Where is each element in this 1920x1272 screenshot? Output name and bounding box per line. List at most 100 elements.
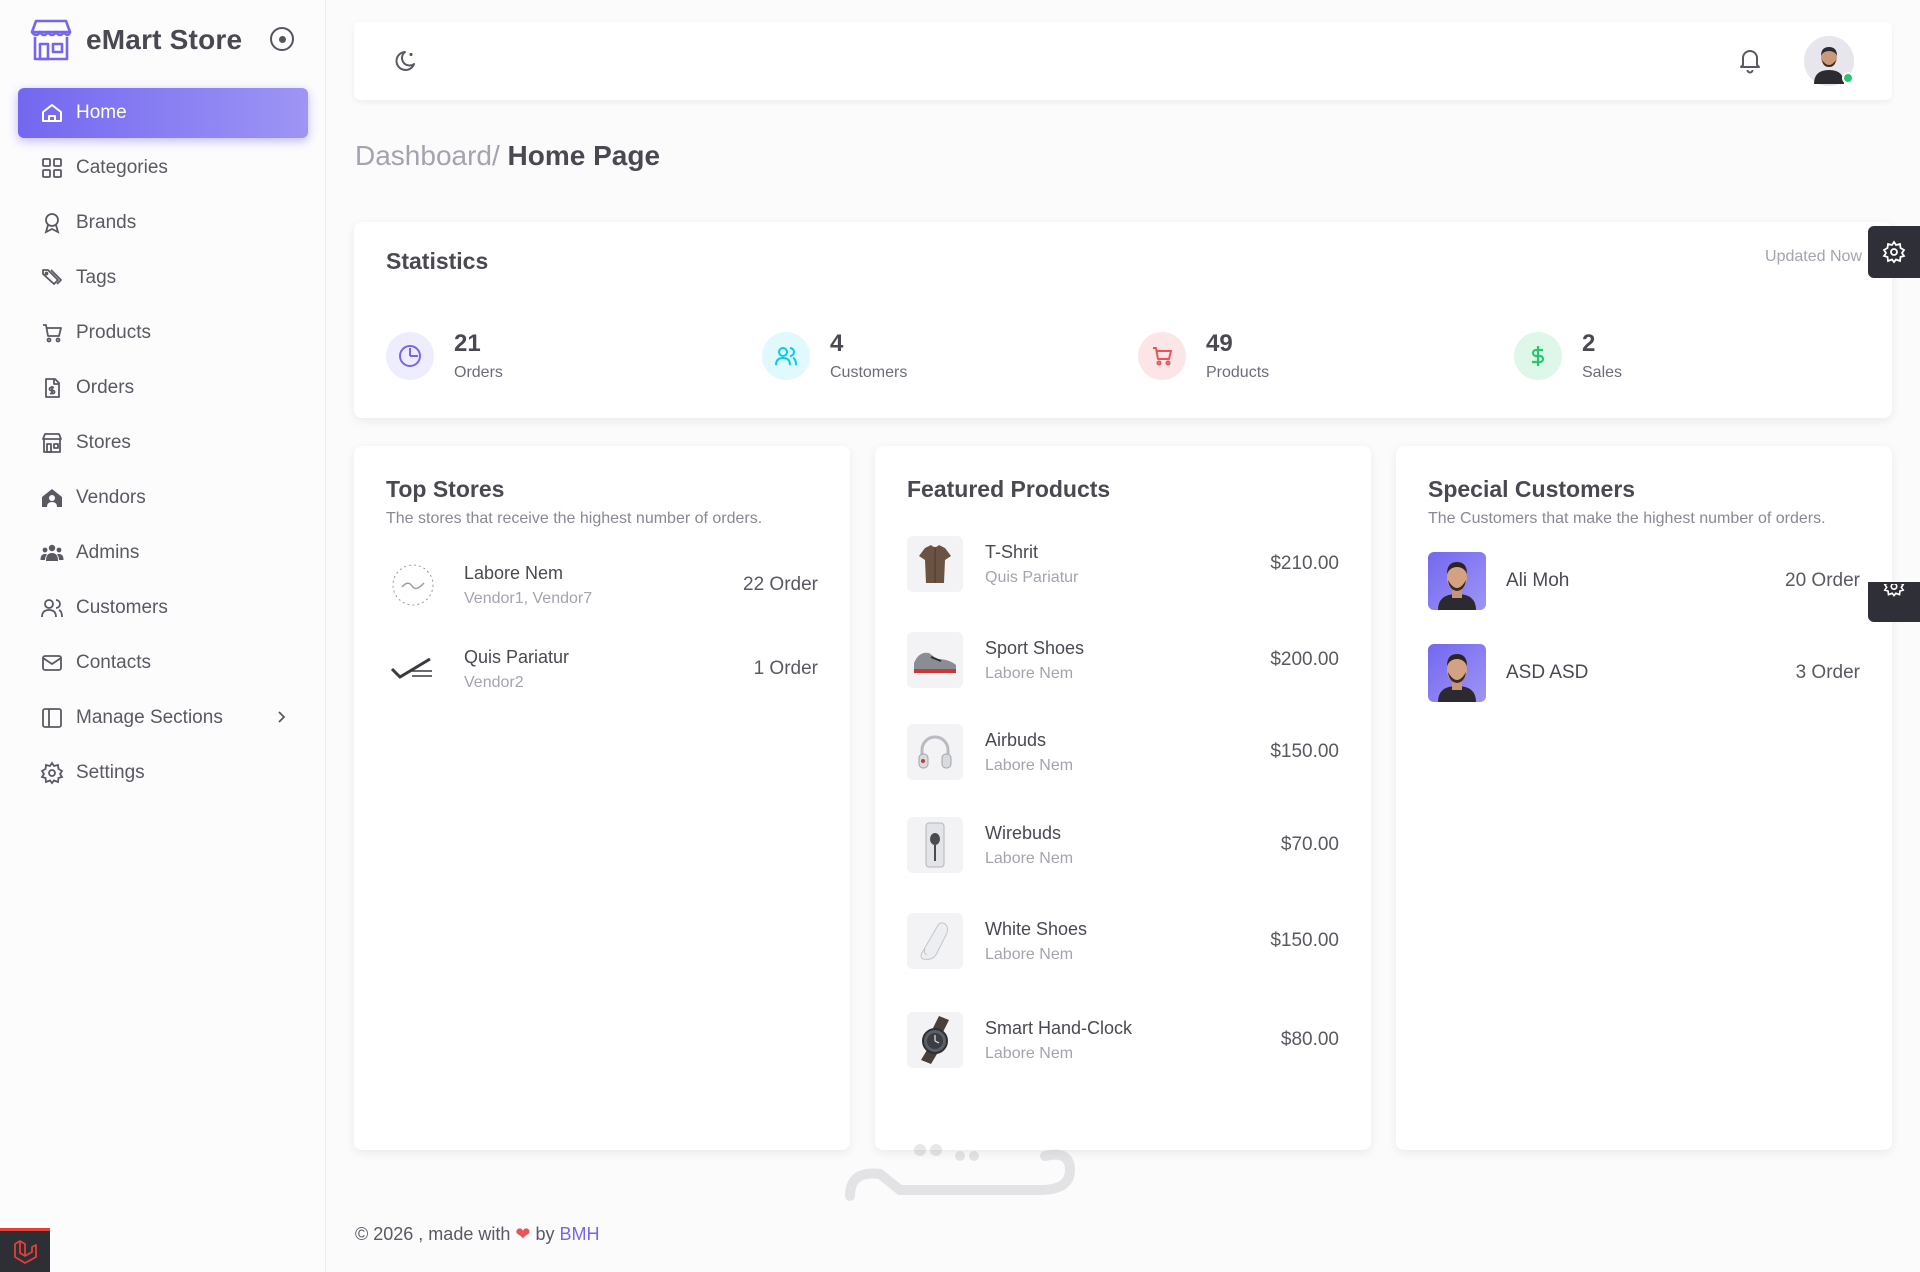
product-store: Quis Pariatur [985, 568, 1079, 586]
customer-name: Ali Moh [1506, 570, 1570, 591]
product-name: Sport Shoes [985, 637, 1085, 658]
sidebar-item-contacts[interactable]: Contacts [18, 638, 308, 688]
footer-author-link[interactable]: BMH [560, 1224, 600, 1244]
cart-icon [1138, 332, 1186, 380]
sidebar-item-label: Vendors [76, 487, 146, 508]
store-logo [386, 642, 440, 696]
users-icon [762, 332, 810, 380]
breadcrumb-parent[interactable]: Dashboard/ [355, 140, 500, 171]
sidebar-item-products[interactable]: Products [18, 308, 308, 358]
list-item[interactable]: Ali Moh 20 Order [1428, 552, 1860, 610]
order-count: 1 Order [753, 658, 818, 679]
list-item[interactable]: Labore Nem Vendor1, Vendor7 22 Order [386, 558, 818, 612]
sidebar-item-label: Customers [76, 597, 168, 618]
product-price: $150.00 [1270, 741, 1339, 762]
sidebar-item-categories[interactable]: Categories [18, 143, 308, 193]
list-item[interactable]: Airbuds Labore Nem $150.00 [907, 724, 1339, 780]
customizer-button[interactable] [1868, 226, 1920, 278]
product-store: Labore Nem [985, 849, 1074, 867]
product-name: White Shoes [985, 918, 1088, 939]
layout-icon [40, 706, 64, 730]
customizer-button-secondary[interactable] [1868, 582, 1920, 622]
sidebar-item-brands[interactable]: Brands [18, 198, 308, 248]
stat-orders: 21 Orders [386, 330, 503, 382]
stat-value: 4 [830, 330, 844, 357]
featured-products-title: Featured Products [907, 476, 1111, 502]
top-stores-title: Top Stores [386, 476, 505, 502]
list-item[interactable]: Sport Shoes Labore Nem $200.00 [907, 632, 1339, 688]
sidebar-item-orders[interactable]: Orders [18, 363, 308, 413]
list-item[interactable]: Quis Pariatur Vendor2 1 Order [386, 642, 818, 696]
user-avatar[interactable] [1804, 36, 1854, 86]
top-stores-card: Top Stores The stores that receive the h… [354, 446, 850, 1150]
gear-icon [1882, 240, 1906, 264]
stat-value: 49 [1206, 330, 1233, 357]
sidebar-item-customers[interactable]: Customers [18, 583, 308, 633]
users-icon [40, 596, 64, 620]
product-price: $210.00 [1270, 553, 1339, 574]
sidebar: eMart Store Home Categories Brands Tags [0, 0, 326, 1272]
list-item[interactable]: Wirebuds Labore Nem $70.00 [907, 817, 1339, 873]
moon-icon[interactable] [394, 48, 420, 74]
list-item[interactable]: ASD ASD 3 Order [1428, 644, 1860, 702]
dollar-icon [1514, 332, 1562, 380]
list-item[interactable]: White Shoes Labore Nem $150.00 [907, 913, 1339, 969]
sidebar-item-label: Orders [76, 377, 135, 398]
sidebar-item-label: Home [76, 102, 127, 123]
sidebar-item-label: Tags [76, 267, 117, 288]
users-group-icon [40, 541, 64, 565]
product-store: Labore Nem [985, 664, 1074, 682]
tshirt-icon [907, 536, 963, 592]
special-customers-card: Special Customers The Customers that mak… [1396, 446, 1892, 1150]
order-count: 3 Order [1795, 662, 1860, 683]
store-vendors: Vendor2 [464, 673, 524, 691]
footer: © 2026 , made with ❤ by BMH [355, 1224, 600, 1245]
special-customers-title: Special Customers [1428, 476, 1636, 502]
order-count: 22 Order [743, 574, 818, 595]
sidebar-item-tags[interactable]: Tags [18, 253, 308, 303]
product-price: $150.00 [1270, 930, 1339, 951]
online-status-badge [1842, 72, 1854, 84]
sidebar-item-manage-sections[interactable]: Manage Sections [18, 693, 308, 743]
footer-by: by [535, 1224, 555, 1244]
footer-text: © 2026 , made with [355, 1224, 511, 1244]
mail-icon [40, 651, 64, 675]
stat-label: Products [1206, 364, 1270, 381]
store-logo [386, 558, 440, 612]
product-name: Smart Hand-Clock [985, 1017, 1133, 1038]
sidebar-toggle-button[interactable] [270, 27, 294, 51]
home-icon [40, 101, 64, 125]
debugbar-button[interactable] [0, 1228, 50, 1272]
brand[interactable]: eMart Store [28, 18, 242, 62]
store-name: Quis Pariatur [464, 646, 570, 667]
breadcrumb: Dashboard/ Home Page [355, 140, 660, 172]
list-item[interactable]: Smart Hand-Clock Labore Nem $80.00 [907, 1012, 1339, 1068]
top-navbar [354, 22, 1892, 100]
bell-icon[interactable] [1736, 46, 1764, 74]
sidebar-item-home[interactable]: Home [18, 88, 308, 138]
sidebar-item-admins[interactable]: Admins [18, 528, 308, 578]
product-price: $70.00 [1280, 834, 1339, 855]
product-store: Labore Nem [985, 756, 1074, 774]
sidebar-item-label: Stores [76, 432, 131, 453]
stat-label: Sales [1582, 364, 1623, 381]
customer-name: ASD ASD [1506, 662, 1589, 683]
stat-products: 49 Products [1138, 330, 1269, 382]
updated-label: Updated Now [1765, 248, 1862, 265]
watch-icon [907, 1012, 963, 1068]
page-title: Home Page [507, 140, 661, 171]
sidebar-item-vendors[interactable]: Vendors [18, 473, 308, 523]
product-store: Labore Nem [985, 1044, 1074, 1062]
watermark-logo [840, 1140, 1080, 1250]
sidebar-item-stores[interactable]: Stores [18, 418, 308, 468]
laravel-icon [14, 1239, 37, 1264]
customer-photo [1428, 644, 1486, 702]
sport-shoe-icon [907, 632, 963, 688]
award-icon [40, 211, 64, 235]
sidebar-item-label: Brands [76, 212, 137, 233]
sidebar-item-settings[interactable]: Settings [18, 748, 308, 798]
order-count: 20 Order [1785, 570, 1860, 591]
watermark-logo-icon [845, 1144, 1076, 1201]
customer-photo [1428, 552, 1486, 610]
list-item[interactable]: T-Shrit Quis Pariatur $210.00 [907, 536, 1339, 592]
